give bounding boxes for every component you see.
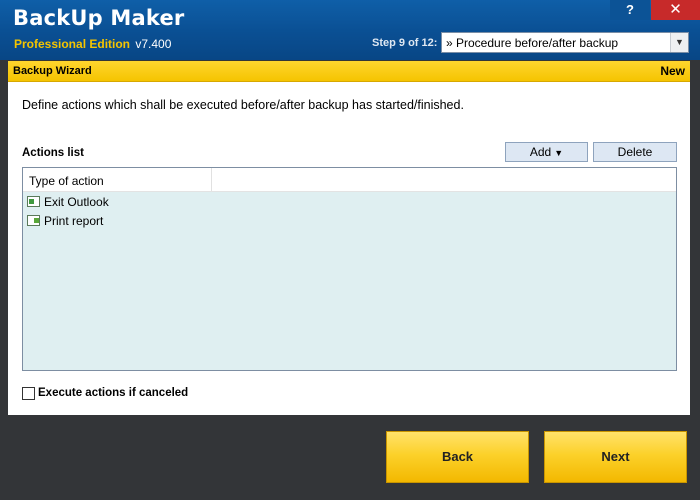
execute-if-canceled-label[interactable]: Execute actions if canceled <box>38 387 188 399</box>
title-bar: BackUp Maker Professional Edition v7.400… <box>0 0 700 60</box>
wizard-title: Backup Wizard <box>13 65 92 77</box>
execute-if-canceled-checkbox[interactable] <box>22 387 35 400</box>
step-select[interactable]: » Procedure before/after backup ▼ <box>441 32 689 53</box>
caret-down-icon: ▼ <box>554 148 564 158</box>
help-button[interactable]: ? <box>610 0 650 20</box>
actions-list-label: Actions list <box>22 147 84 159</box>
add-button-label: Add <box>529 145 552 159</box>
list-header: Type of action <box>23 168 676 192</box>
add-action-button[interactable]: Add ▼ <box>505 142 588 162</box>
chevron-down-icon[interactable]: ▼ <box>670 33 688 52</box>
edition-label: Professional Edition v7.400 <box>14 37 171 51</box>
exit-program-icon <box>27 196 40 207</box>
list-item-label: Exit Outlook <box>44 195 109 209</box>
new-badge: New <box>660 64 685 78</box>
wizard-header-bar: Backup Wizard New <box>8 61 690 82</box>
version-label: v7.400 <box>135 37 172 51</box>
wizard-panel: Backup Wizard New Define actions which s… <box>8 61 690 415</box>
back-button[interactable]: Back <box>386 431 529 483</box>
step-select-value: » Procedure before/after backup <box>446 36 619 50</box>
close-button[interactable]: ✕ <box>651 0 700 20</box>
print-report-icon <box>27 215 40 226</box>
step-label: Step 9 of 12: <box>372 37 438 49</box>
edition-name: Professional Edition <box>14 37 131 51</box>
actions-list[interactable]: Type of action Exit Outlook Print report <box>22 167 677 371</box>
next-button[interactable]: Next <box>544 431 687 483</box>
step-description: Define actions which shall be executed b… <box>22 98 464 112</box>
app-title: BackUp Maker <box>13 6 185 30</box>
column-header-type-of-action[interactable]: Type of action <box>23 168 212 191</box>
list-item-label: Print report <box>44 214 104 228</box>
delete-action-button[interactable]: Delete <box>593 142 677 162</box>
